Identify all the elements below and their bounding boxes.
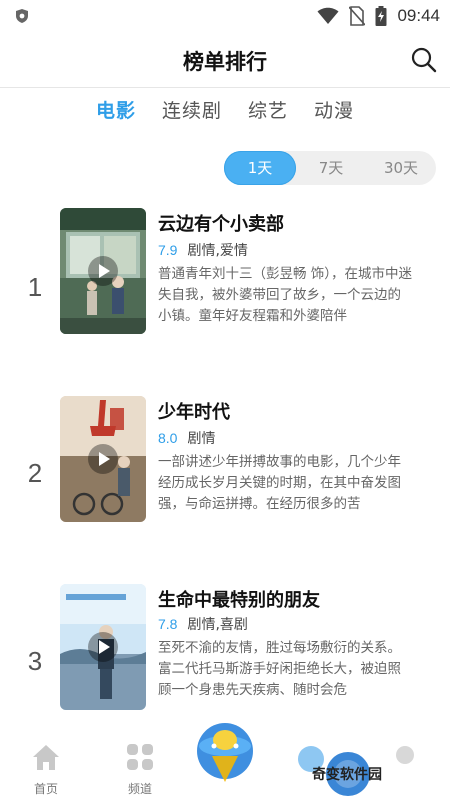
tab-series[interactable]: 连续剧 [162, 96, 222, 128]
movie-genre: 剧情 [187, 431, 216, 447]
tab-anime[interactable]: 动漫 [314, 96, 354, 128]
movie-genre: 剧情,喜剧 [187, 617, 248, 633]
movie-description: 普通青年刘十三（彭昱畅 饰），在城市中迷失自我，被外婆带回了故乡，一个云边的小镇… [158, 266, 413, 324]
tab-variety[interactable]: 综艺 [248, 96, 288, 128]
nav-channel[interactable]: 频道 [110, 742, 170, 797]
poster-image[interactable] [60, 396, 146, 522]
movie-score: 7.9 [158, 242, 178, 258]
no-sim-icon [349, 6, 366, 26]
list-item[interactable]: 3 生命中最特别的朋友 7.8 剧情,喜剧 至死不渝的友情，胜过每场敷衍的关系。富… [0, 584, 450, 720]
shield-icon [16, 9, 28, 23]
play-icon[interactable] [88, 256, 118, 286]
movie-meta: 7.9 剧情,爱情 [158, 240, 248, 260]
status-bar: 09:44 [0, 0, 450, 32]
rank-number: 3 [27, 646, 43, 676]
poster-image[interactable] [60, 584, 146, 710]
bottom-nav: 首页 频道 [0, 723, 450, 800]
movie-genre: 剧情,爱情 [187, 243, 248, 259]
movie-score: 8.0 [158, 430, 178, 446]
movie-meta: 8.0 剧情 [158, 428, 215, 448]
period-1-day[interactable]: 1天 [224, 151, 296, 185]
nav-home-label: 首页 [33, 782, 58, 796]
movie-title[interactable]: 生命中最特别的朋友 [158, 586, 320, 612]
nav-home[interactable]: 首页 [16, 742, 76, 797]
nav-channel-label: 频道 [127, 782, 152, 796]
poster-image[interactable] [60, 208, 146, 334]
page-title: 榜单排行 [183, 50, 267, 74]
watermark-text: 奇变软件园 [312, 767, 382, 783]
movie-description: 至死不渝的友情，胜过每场敷衍的关系。富二代托马斯游手好闲拒绝长大，被迫照顾一个身… [158, 640, 401, 698]
period-30-days[interactable]: 30天 [366, 151, 436, 185]
rank-number: 2 [27, 458, 43, 488]
search-icon[interactable] [410, 46, 438, 74]
rank-number: 1 [27, 272, 43, 302]
tab-movie[interactable]: 电影 [96, 96, 136, 128]
movie-score: 7.8 [158, 616, 178, 632]
movie-meta: 7.8 剧情,喜剧 [158, 614, 248, 634]
list-item[interactable]: 2 少年时代 8.0 剧情 一部讲述少年拼搏故事的电影，几个少年经历成长岁月关键的… [0, 396, 450, 532]
movie-title[interactable]: 少年时代 [158, 398, 230, 424]
period-selector: 1天 7天 30天 [224, 151, 436, 185]
movie-description: 一部讲述少年拼搏故事的电影，几个少年经历成长岁月关键的时期，在其中奋发图强，与命… [158, 454, 401, 512]
play-icon[interactable] [88, 632, 118, 662]
period-7-days[interactable]: 7天 [296, 151, 366, 185]
play-icon[interactable] [88, 444, 118, 474]
list-item[interactable]: 1 云边有个小卖部 7.9 剧情,爱情 普通青年刘十三（彭昱畅 饰），在城市中迷失… [0, 208, 450, 344]
wifi-icon [317, 7, 339, 24]
category-tabs: 电影 连续剧 综艺 动漫 [0, 96, 450, 128]
battery-charging-icon [375, 6, 387, 26]
ufo-logo-icon[interactable] [190, 716, 260, 786]
profile-icon[interactable] [394, 744, 416, 766]
movie-title[interactable]: 云边有个小卖部 [158, 210, 284, 236]
status-time: 09:44 [397, 6, 440, 25]
header: 榜单排行 [0, 32, 450, 88]
home-icon [33, 745, 59, 770]
grid-icon [127, 744, 153, 770]
